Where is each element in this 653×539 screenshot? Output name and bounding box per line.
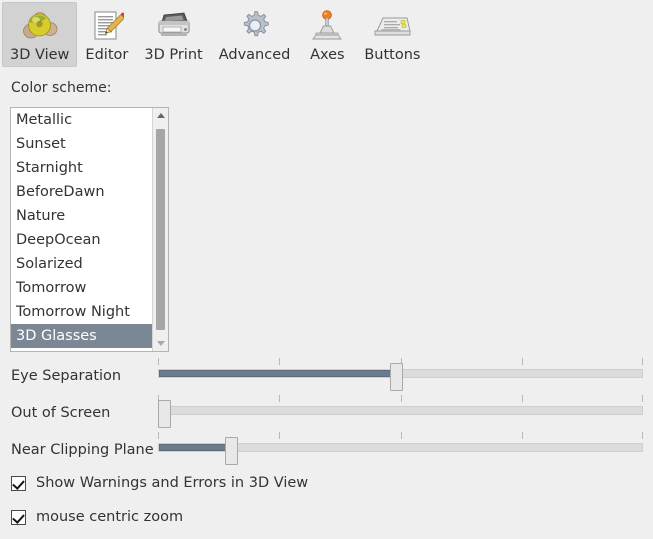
- scroll-up-arrow-icon[interactable]: [153, 108, 168, 123]
- scrollbar-thumb[interactable]: [156, 129, 165, 330]
- checkbox-label: mouse centric zoom: [36, 509, 184, 525]
- gear-icon: [234, 8, 276, 44]
- list-item[interactable]: DeepOcean: [11, 228, 152, 252]
- list-item[interactable]: Sunset: [11, 132, 152, 156]
- list-item-selected[interactable]: 3D Glasses: [11, 324, 152, 348]
- out-of-screen-slider[interactable]: [158, 394, 643, 431]
- slider-fill: [159, 370, 396, 377]
- checkbox-mouse-centric-zoom[interactable]: [11, 509, 26, 525]
- spheres-3d-icon: [19, 8, 61, 44]
- scrollbar-track[interactable]: [153, 123, 168, 336]
- list-item[interactable]: Nature: [11, 204, 152, 228]
- color-scheme-label: Color scheme:: [11, 80, 112, 96]
- slider-fill: [159, 444, 232, 451]
- toolbar-tab-label: Buttons: [364, 47, 421, 63]
- slider-handle[interactable]: [224, 437, 238, 465]
- document-pencil-icon: [86, 8, 128, 44]
- slider-row-near-clipping-plane: Near Clipping Plane: [0, 431, 653, 468]
- toolbar-tab-label: Axes: [310, 47, 345, 63]
- slider-row-out-of-screen: Out of Screen: [0, 394, 653, 431]
- list-scrollbar[interactable]: [152, 108, 168, 351]
- printer-icon: [153, 8, 195, 44]
- slider-label: Out of Screen: [11, 405, 111, 421]
- list-item[interactable]: Solarized: [11, 252, 152, 276]
- toolbar-tab-advanced[interactable]: Advanced: [211, 2, 299, 67]
- checkbox-show-warnings[interactable]: [11, 475, 26, 491]
- near-clipping-plane-slider[interactable]: [158, 431, 643, 468]
- toolbar-tab-label: 3D Print: [144, 47, 203, 63]
- toolbar-tab-label: Advanced: [218, 47, 291, 63]
- joystick-icon: [306, 8, 348, 44]
- slider-track[interactable]: [158, 406, 643, 415]
- slider-ticks: [158, 394, 643, 402]
- toolbar-tab-3d-view[interactable]: 3D View: [2, 2, 78, 67]
- checkbox-row-show-warnings[interactable]: Show Warnings and Errors in 3D View: [11, 475, 308, 491]
- main-toolbar: 3D View Editor 3D Print Advanced Axes Bu…: [0, 0, 653, 67]
- list-item[interactable]: Metallic: [11, 108, 152, 132]
- slider-handle[interactable]: [389, 363, 403, 391]
- checkbox-row-mouse-centric-zoom[interactable]: mouse centric zoom: [11, 509, 183, 525]
- list-item[interactable]: BeforeDawn: [11, 180, 152, 204]
- color-scheme-listbox[interactable]: Metallic Sunset Starnight BeforeDawn Nat…: [10, 107, 169, 352]
- slider-row-eye-separation: Eye Separation: [0, 357, 653, 394]
- toolbar-tab-3d-print[interactable]: 3D Print: [136, 2, 210, 67]
- slider-label: Eye Separation: [11, 368, 122, 384]
- color-scheme-list[interactable]: Metallic Sunset Starnight BeforeDawn Nat…: [11, 108, 152, 351]
- keyboard-icon: [371, 8, 413, 44]
- eye-separation-slider[interactable]: [158, 357, 643, 394]
- list-item[interactable]: Tomorrow: [11, 276, 152, 300]
- toolbar-tab-axes[interactable]: Axes: [298, 2, 356, 67]
- toolbar-tab-label: Editor: [85, 47, 129, 63]
- scroll-down-arrow-icon[interactable]: [153, 336, 168, 351]
- toolbar-tab-label: 3D View: [10, 47, 70, 63]
- list-item[interactable]: Tomorrow Night: [11, 300, 152, 324]
- list-item[interactable]: Starnight: [11, 156, 152, 180]
- toolbar-tab-buttons[interactable]: Buttons: [356, 2, 428, 67]
- slider-label: Near Clipping Plane: [11, 442, 154, 458]
- checkbox-label: Show Warnings and Errors in 3D View: [36, 475, 309, 491]
- toolbar-tab-editor[interactable]: Editor: [77, 2, 136, 67]
- slider-handle[interactable]: [158, 400, 171, 428]
